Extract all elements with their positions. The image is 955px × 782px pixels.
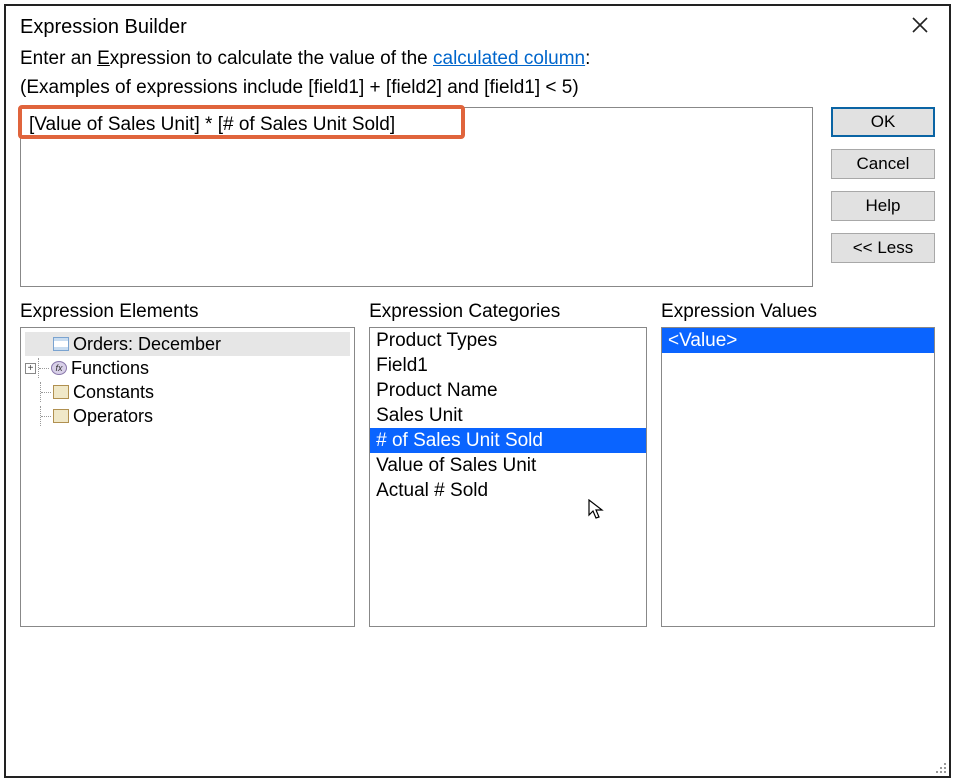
tree-item-operators[interactable]: Operators [25, 404, 350, 428]
category-item[interactable]: Product Types [370, 328, 646, 353]
cancel-button[interactable]: Cancel [831, 149, 935, 179]
titlebar: Expression Builder [6, 6, 949, 44]
ok-button[interactable]: OK [831, 107, 935, 137]
button-column: OK Cancel Help << Less [831, 107, 935, 287]
category-item[interactable]: Actual # Sold [370, 478, 646, 503]
tree-item-orders[interactable]: Orders: December [25, 332, 350, 356]
tree-item-functions[interactable]: + fx Functions [25, 356, 350, 380]
dialog-title: Expression Builder [20, 16, 187, 39]
calculated-column-link[interactable]: calculated column [433, 48, 585, 69]
category-item[interactable]: Product Name [370, 378, 646, 403]
help-button[interactable]: Help [831, 191, 935, 221]
tree-label: Orders: December [73, 332, 221, 356]
fx-icon: fx [51, 361, 67, 375]
dialog-expression-builder: Expression Builder Enter an Expression t… [4, 4, 951, 778]
instr-hotkey: E [97, 48, 110, 69]
categories-column: Expression Categories Product TypesField… [369, 301, 647, 627]
instr-prefix: Enter an [20, 48, 97, 69]
tree-item-constants[interactable]: Constants [25, 380, 350, 404]
elements-label: Expression Elements [20, 301, 355, 323]
less-button[interactable]: << Less [831, 233, 935, 263]
instruction-line-2: (Examples of expressions include [field1… [6, 73, 949, 102]
table-icon [53, 337, 69, 351]
instr-suffix: : [585, 48, 590, 69]
tree-label: Operators [73, 404, 153, 428]
instr-mid: xpression to calculate the value of the [110, 48, 433, 69]
node-icon [53, 409, 69, 423]
categories-listbox[interactable]: Product TypesField1Product NameSales Uni… [369, 327, 647, 627]
category-item[interactable]: Value of Sales Unit [370, 453, 646, 478]
expand-icon[interactable]: + [25, 363, 36, 374]
expression-textarea[interactable]: [Value of Sales Unit] * [# of Sales Unit… [20, 107, 813, 287]
expression-text: [Value of Sales Unit] * [# of Sales Unit… [29, 114, 395, 135]
node-icon [53, 385, 69, 399]
values-label: Expression Values [661, 301, 935, 323]
resize-grip-icon[interactable] [933, 760, 947, 774]
tree-label: Constants [73, 380, 154, 404]
value-item[interactable]: <Value> [662, 328, 934, 353]
instruction-line-1: Enter an Expression to calculate the val… [6, 44, 949, 73]
values-column: Expression Values <Value> [661, 301, 935, 627]
categories-label: Expression Categories [369, 301, 647, 323]
category-item[interactable]: Field1 [370, 353, 646, 378]
close-icon[interactable] [905, 14, 935, 40]
elements-column: Expression Elements Orders: December + f… [20, 301, 355, 627]
values-listbox[interactable]: <Value> [661, 327, 935, 627]
tree-label: Functions [71, 356, 149, 380]
category-item[interactable]: Sales Unit [370, 403, 646, 428]
category-item[interactable]: # of Sales Unit Sold [370, 428, 646, 453]
elements-tree[interactable]: Orders: December + fx Functions Constant… [20, 327, 355, 627]
